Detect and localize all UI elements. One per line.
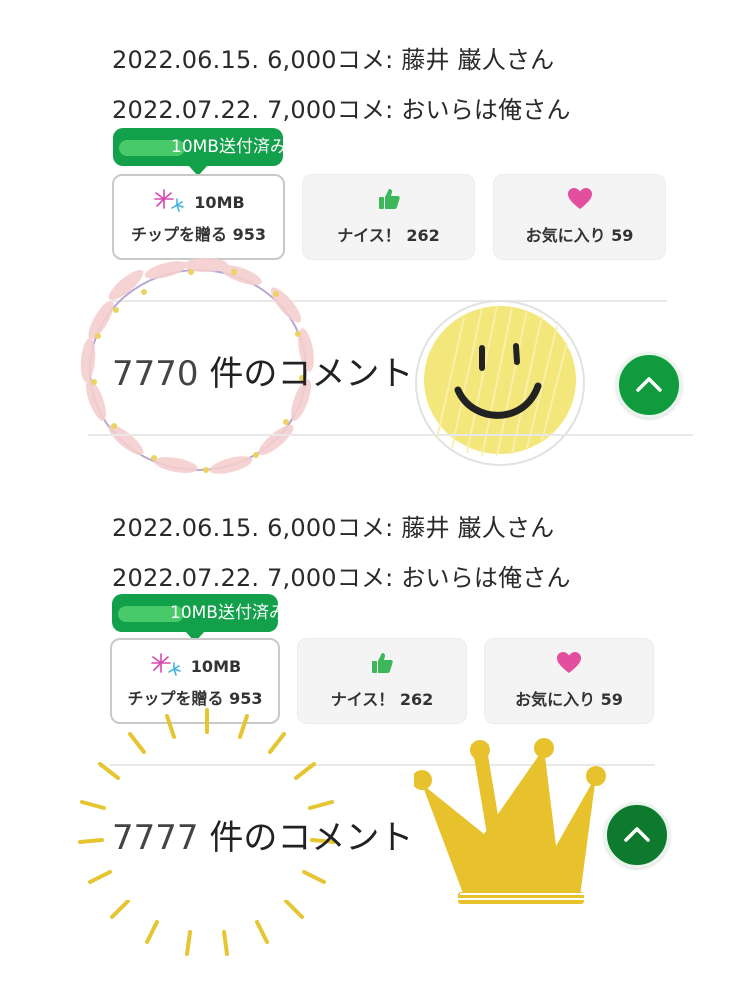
tooltip-text: 10MB送付済み <box>170 603 286 623</box>
milestone-log-line: 2022.06.15. 6,000コメ: 藤井 巌人さん <box>112 514 555 542</box>
fireworks-icon <box>152 187 186 217</box>
favorite-button-label: お気に入り 59 <box>525 226 634 245</box>
heart-icon <box>556 651 582 679</box>
tip-amount: 10MB <box>190 656 242 676</box>
comment-count-number: 7770 <box>112 354 199 394</box>
tip-amount: 10MB <box>194 192 245 212</box>
divider <box>88 434 693 436</box>
milestone-log-line: 2022.07.22. 7,000コメ: おいらは俺さん <box>112 564 571 592</box>
comment-count-label: 件のコメント <box>198 818 414 858</box>
divider <box>88 898 693 900</box>
crown-sticker <box>414 738 606 904</box>
comment-count-label: 件のコメント <box>198 354 414 394</box>
chevron-up-icon <box>636 377 662 392</box>
tip-sent-tooltip: 10MB送付済み <box>112 594 286 642</box>
heart-icon <box>567 187 593 215</box>
thumbs-up-icon <box>377 187 401 215</box>
milestone-log-line: 2022.07.22. 7,000コメ: おいらは俺さん <box>112 96 571 124</box>
scroll-to-top-button[interactable] <box>604 802 670 868</box>
fireworks-icon <box>149 651 183 681</box>
tip-sent-tooltip: 10MB送付済み <box>113 128 287 176</box>
comment-count-number: 7777 <box>112 818 199 858</box>
scroll-to-top-button[interactable] <box>616 352 682 418</box>
thumbs-up-icon <box>370 651 394 679</box>
milestone-log-line: 2022.06.15. 6,000コメ: 藤井 巌人さん <box>112 46 555 74</box>
smiley-sticker <box>415 300 585 466</box>
favorite-button[interactable]: お気に入り 59 <box>493 174 666 260</box>
nice-button-label: ナイス！ 262 <box>337 226 440 245</box>
tip-button-label: チップを贈る 953 <box>131 225 266 244</box>
chevron-up-icon <box>624 827 650 842</box>
nice-button[interactable]: ナイス！ 262 <box>302 174 475 260</box>
comment-count: 7777 件のコメント <box>112 810 413 859</box>
favorite-button-label: お気に入り 59 <box>515 690 623 709</box>
comment-count: 7770 件のコメント <box>112 346 413 395</box>
tooltip-text: 10MB送付済み <box>171 137 287 157</box>
tip-button[interactable]: 10MB チップを贈る 953 <box>112 174 285 260</box>
favorite-button[interactable]: お気に入り 59 <box>484 638 654 724</box>
